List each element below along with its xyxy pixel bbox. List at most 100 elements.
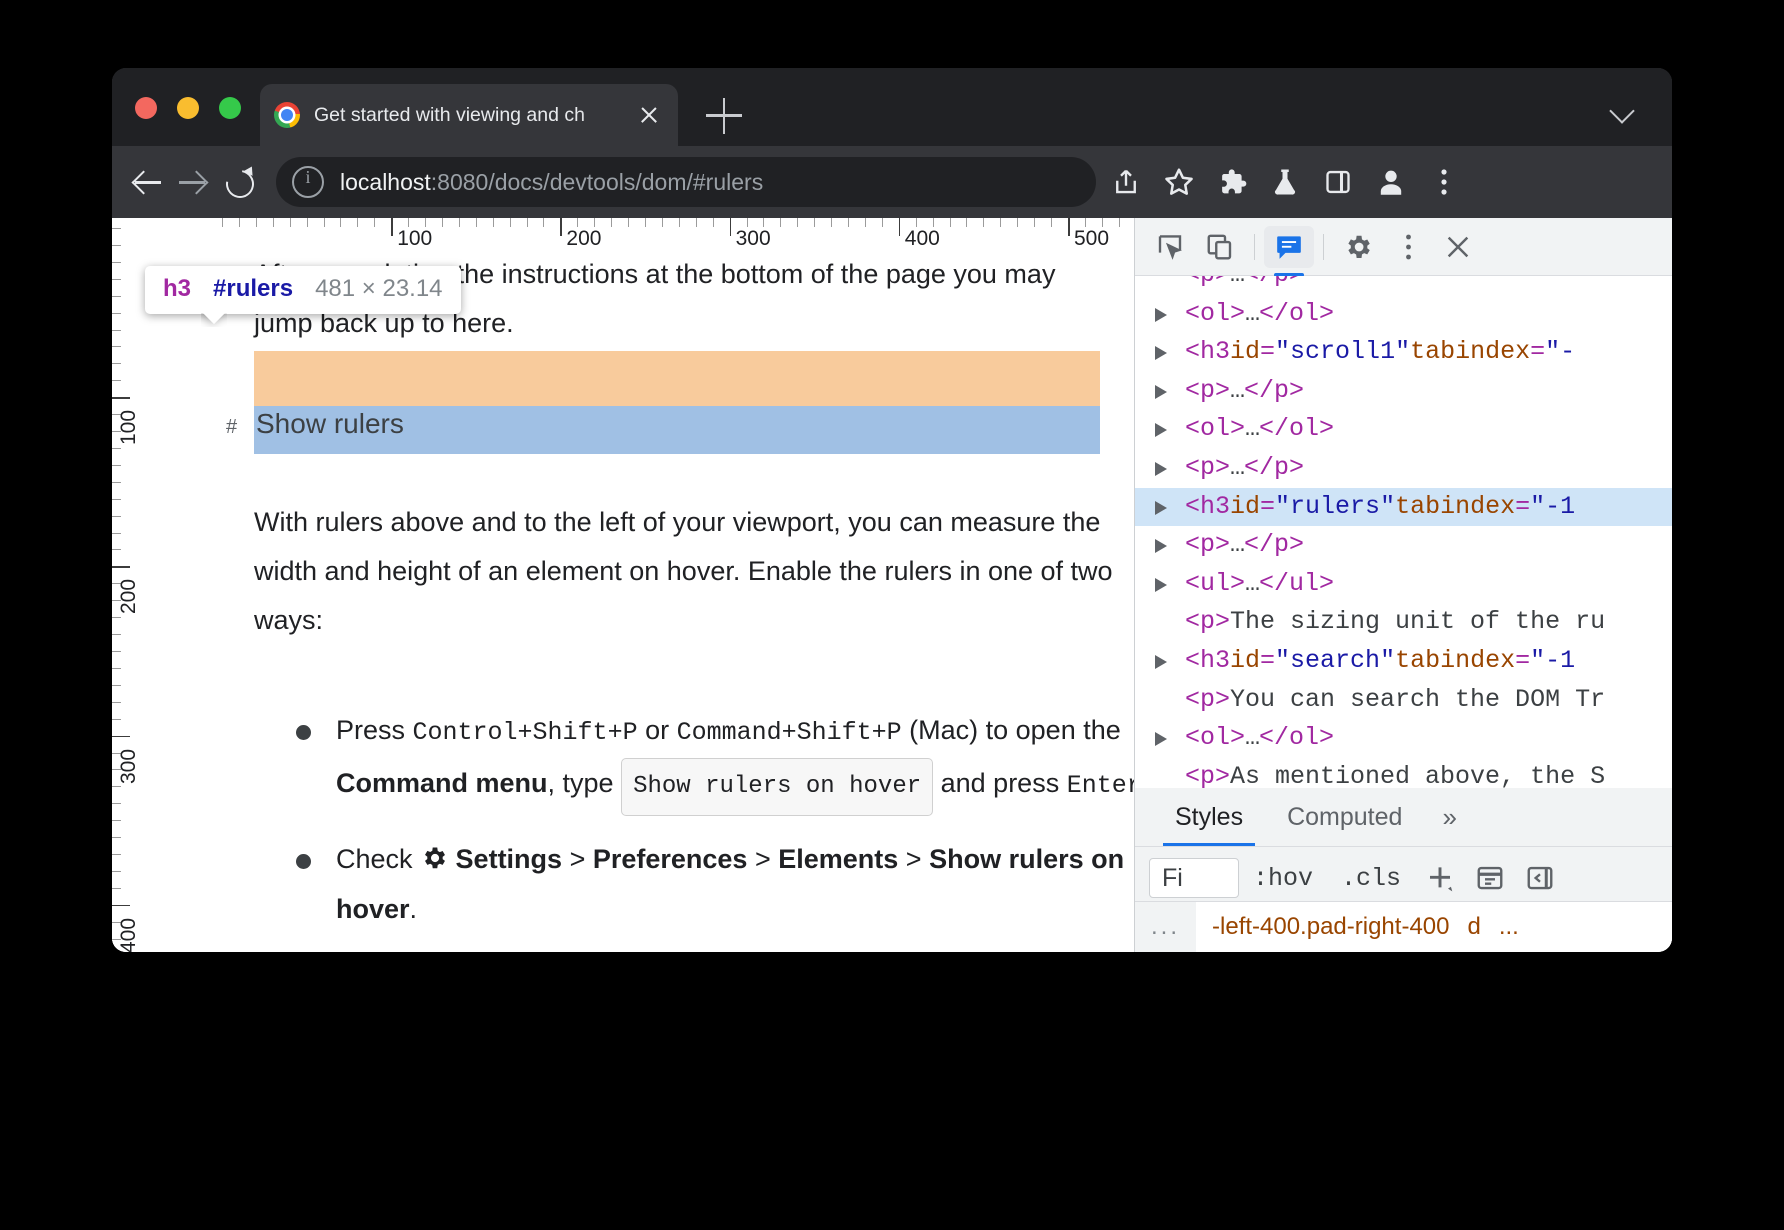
dom-node-token: tabindex	[1395, 642, 1515, 681]
chevron-down-icon[interactable]	[1610, 102, 1636, 116]
expand-triangle-icon[interactable]	[1155, 732, 1167, 746]
minimize-window-button[interactable]	[177, 97, 199, 119]
close-devtools-icon[interactable]	[1433, 226, 1483, 268]
collapse-sidebar-icon[interactable]	[1515, 857, 1565, 899]
shortcut-command: Command+Shift+P	[677, 718, 902, 747]
expand-triangle-icon[interactable]	[1155, 462, 1167, 476]
ruler-tick	[112, 533, 121, 534]
info-circle-icon[interactable]	[292, 166, 324, 198]
dom-node-token: id	[1230, 488, 1260, 527]
dom-tree[interactable]: <p>…</p><ol>…</ol><h3 id="scroll1" tabin…	[1135, 276, 1672, 788]
dom-node-token: <p>	[1185, 758, 1230, 788]
dom-node[interactable]: <h3 id="scroll1" tabindex="-	[1135, 333, 1672, 372]
dom-node-token: <p>	[1185, 449, 1230, 488]
device-toolbar-icon[interactable]	[1195, 226, 1245, 268]
ruler-tick	[112, 549, 121, 550]
browser-tab[interactable]: Get started with viewing and ch	[260, 84, 678, 146]
dom-node[interactable]: <p>…</p>	[1135, 449, 1672, 488]
text-run: Press	[336, 715, 413, 745]
dom-node-token: =	[1260, 488, 1275, 527]
extensions-puzzle-icon[interactable]	[1208, 158, 1256, 206]
share-icon[interactable]	[1102, 158, 1150, 206]
expand-triangle-icon[interactable]	[1155, 539, 1167, 553]
expand-triangle-icon[interactable]	[1155, 655, 1167, 669]
more-options-kebab-icon[interactable]	[1383, 226, 1433, 268]
dom-node[interactable]: <ol>…</ol>	[1135, 410, 1672, 449]
new-tab-button[interactable]	[706, 98, 742, 134]
inspect-element-icon[interactable]	[1145, 226, 1195, 268]
dom-node[interactable]: <p>…</p>	[1135, 276, 1672, 295]
expand-triangle-icon[interactable]	[1155, 501, 1167, 515]
expand-triangle-icon[interactable]	[1155, 308, 1167, 322]
dom-node-token: </ol>	[1259, 719, 1334, 758]
toggle-computed-sidebar-icon[interactable]	[1465, 857, 1515, 899]
settings-gear-icon[interactable]	[1333, 226, 1383, 268]
chrome-menu-kebab-icon[interactable]	[1420, 158, 1468, 206]
breadcrumb-item[interactable]: d	[1449, 913, 1480, 941]
dom-node-selected[interactable]: <h3 id="rulers" tabindex="-1	[1135, 488, 1672, 527]
tooltip-dimensions: 481 × 23.14	[315, 275, 442, 303]
ruler-tick	[662, 218, 663, 227]
ruler-tick	[865, 218, 866, 227]
address-bar[interactable]: localhost:8080/docs/devtools/dom/#rulers	[276, 157, 1096, 207]
tab-computed[interactable]: Computed	[1265, 788, 1424, 846]
dom-node[interactable]: <p>The sizing unit of the ru	[1135, 603, 1672, 642]
dom-node[interactable]: <p>You can search the DOM Tr	[1135, 681, 1672, 720]
ruler-tick	[966, 218, 967, 227]
ruler-label: 100	[397, 227, 432, 251]
expand-triangle-icon[interactable]	[1155, 346, 1167, 360]
ruler-tick	[290, 218, 291, 227]
settings-label: Settings	[448, 844, 562, 874]
ruler-tick	[112, 719, 121, 720]
dom-node-token: <p>	[1185, 681, 1230, 720]
ruler-tick	[882, 218, 883, 227]
dom-node-token: "-1	[1530, 642, 1575, 681]
hov-toggle-button[interactable]: :hov	[1239, 864, 1327, 893]
dom-node[interactable]: <ul>…</ul>	[1135, 565, 1672, 604]
more-tabs-chevron-icon[interactable]: »	[1432, 802, 1466, 833]
ruler-tick	[112, 313, 121, 314]
breadcrumb-overflow-button[interactable]: ...	[1135, 902, 1196, 952]
breadcrumb-item[interactable]: -left-400.pad-right-400	[1196, 913, 1449, 941]
cls-toggle-button[interactable]: .cls	[1327, 864, 1415, 893]
ruler-tick	[476, 218, 477, 227]
expand-triangle-icon[interactable]	[1155, 578, 1167, 592]
reload-icon[interactable]	[216, 160, 260, 204]
close-icon[interactable]	[634, 100, 664, 130]
new-style-rule-icon[interactable]	[1415, 857, 1465, 899]
close-window-button[interactable]	[135, 97, 157, 119]
dom-node[interactable]: <p>…</p>	[1135, 526, 1672, 565]
experiments-flask-icon[interactable]	[1261, 158, 1309, 206]
issues-message-icon[interactable]	[1264, 226, 1314, 268]
ruler-tick	[1000, 218, 1001, 227]
profile-avatar-icon[interactable]	[1367, 158, 1415, 206]
expand-triangle-icon[interactable]	[1155, 423, 1167, 437]
dom-node-token: "scroll1"	[1275, 333, 1410, 372]
breadcrumb-trailing-ellipsis[interactable]: ...	[1481, 913, 1519, 941]
dom-node[interactable]: <h3 id="search" tabindex="-1	[1135, 642, 1672, 681]
tooltip-pointer	[201, 313, 227, 327]
ruler-tick	[112, 279, 121, 280]
bookmark-star-icon[interactable]	[1155, 158, 1203, 206]
side-panel-icon[interactable]	[1314, 158, 1362, 206]
dom-node[interactable]: <p>As mentioned above, the S	[1135, 758, 1672, 788]
maximize-window-button[interactable]	[219, 97, 241, 119]
text-run: >	[898, 844, 929, 874]
back-arrow-icon[interactable]	[126, 160, 170, 204]
ruler-tick	[112, 634, 121, 635]
page-body: Show rulers # After completing the instr…	[144, 250, 1134, 952]
forward-arrow-icon[interactable]	[170, 160, 214, 204]
tab-styles[interactable]: Styles	[1153, 788, 1265, 846]
dom-node[interactable]: <ol>…</ol>	[1135, 295, 1672, 334]
expand-triangle-icon[interactable]	[1155, 385, 1167, 399]
styles-filter-input[interactable]: Fi	[1149, 858, 1239, 898]
dom-node[interactable]: <p>…</p>	[1135, 372, 1672, 411]
ruler-tick	[112, 905, 130, 907]
dom-node[interactable]: <ol>…</ol>	[1135, 719, 1672, 758]
browser-toolbar: localhost:8080/docs/devtools/dom/#rulers	[112, 146, 1672, 218]
toolbar-divider	[1323, 234, 1324, 260]
dom-node-token: </p>	[1244, 526, 1304, 565]
ruler-tick	[679, 218, 680, 227]
chrome-logo-icon	[274, 102, 300, 128]
text-run: >	[562, 844, 593, 874]
